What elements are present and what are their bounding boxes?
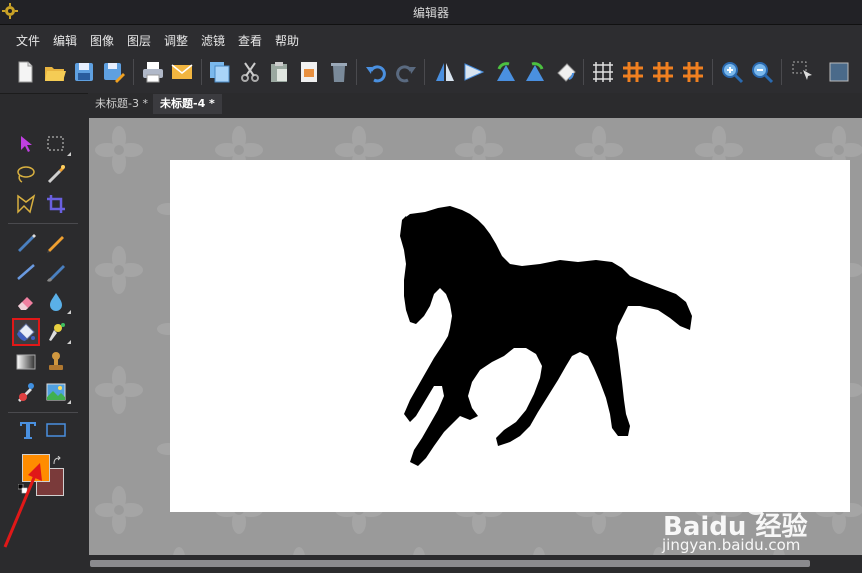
- tab-doc-3[interactable]: 未标题-3 *: [88, 94, 155, 114]
- rotate-icon[interactable]: [553, 59, 579, 85]
- menu-bar: 文件 编辑 图像 图层 调整 滤镜 查看 帮助: [0, 25, 862, 51]
- cut-icon[interactable]: [237, 59, 263, 85]
- document-canvas[interactable]: [170, 160, 850, 512]
- flip-vertical-icon[interactable]: [461, 59, 487, 85]
- menu-image[interactable]: 图像: [90, 32, 114, 49]
- polygon-select-tool[interactable]: [14, 192, 38, 216]
- menu-edit[interactable]: 编辑: [53, 32, 77, 49]
- undo-icon[interactable]: [363, 59, 389, 85]
- window-title: 编辑器: [412, 6, 449, 20]
- menu-filter[interactable]: 滤镜: [201, 32, 225, 49]
- toolbar-separator: [712, 59, 713, 85]
- line-tool[interactable]: [14, 260, 38, 284]
- zoom-in-icon[interactable]: [719, 59, 745, 85]
- eraser-tool[interactable]: [14, 290, 38, 314]
- title-bar: 编辑器: [0, 0, 862, 25]
- redo-icon[interactable]: [393, 59, 419, 85]
- rect-select-tool[interactable]: [44, 132, 68, 156]
- panel-separator: [8, 223, 78, 224]
- flyout-indicator: [67, 310, 71, 314]
- blur-drop-tool[interactable]: [44, 290, 68, 314]
- email-icon[interactable]: [169, 59, 195, 85]
- paste-icon[interactable]: [266, 59, 292, 85]
- toolbar-separator: [583, 59, 584, 85]
- recolor-tool[interactable]: [14, 380, 38, 404]
- clone-stamp-tool[interactable]: [44, 350, 68, 374]
- zoom-out-icon[interactable]: [749, 59, 775, 85]
- rotate-left-icon[interactable]: [493, 59, 519, 85]
- toolbar-separator: [201, 59, 202, 85]
- save-icon[interactable]: [71, 59, 97, 85]
- delete-icon[interactable]: [326, 59, 352, 85]
- magic-wand-tool[interactable]: [44, 162, 68, 186]
- hash-grid-3-icon[interactable]: [680, 59, 706, 85]
- select-area-icon[interactable]: [790, 59, 816, 85]
- open-icon[interactable]: [42, 59, 68, 85]
- rectangle-shape-tool[interactable]: [44, 418, 68, 442]
- menu-adjust[interactable]: 调整: [164, 32, 188, 49]
- pencil-tool[interactable]: [44, 230, 68, 254]
- panel-separator: [8, 412, 78, 413]
- rotate-right-icon[interactable]: [522, 59, 548, 85]
- tab-doc-4[interactable]: 未标题-4 *: [153, 94, 222, 114]
- grid-icon[interactable]: [590, 59, 616, 85]
- scrollbar-thumb[interactable]: [90, 560, 810, 567]
- gradient-tool[interactable]: [14, 350, 38, 374]
- document-tabs: 未标题-3 * 未标题-4 *: [88, 93, 862, 115]
- color-replace-tool[interactable]: [44, 320, 68, 344]
- paste-new-icon[interactable]: [296, 59, 322, 85]
- pen-tool[interactable]: [14, 230, 38, 254]
- flip-horizontal-icon[interactable]: [432, 59, 458, 85]
- hash-grid-icon[interactable]: [620, 59, 646, 85]
- new-icon[interactable]: [12, 59, 38, 85]
- toolbar-separator: [424, 59, 425, 85]
- toolbar-separator: [356, 59, 357, 85]
- horizontal-scrollbar[interactable]: [0, 556, 862, 573]
- flyout-indicator: [67, 340, 71, 344]
- watermark-url: jingyan.baidu.com: [662, 536, 801, 554]
- crop-frame-icon[interactable]: [826, 59, 852, 85]
- menu-help[interactable]: 帮助: [275, 32, 299, 49]
- brush-tool[interactable]: [44, 260, 68, 284]
- text-tool[interactable]: [16, 418, 40, 442]
- crop-tool[interactable]: [44, 192, 68, 216]
- copy-icon[interactable]: [207, 59, 233, 85]
- move-tool[interactable]: [14, 132, 38, 156]
- paint-bucket-tool[interactable]: [12, 318, 40, 346]
- flyout-indicator: [67, 152, 71, 156]
- flyout-indicator: [67, 400, 71, 404]
- main-toolbar: [0, 51, 862, 94]
- toolbar-separator: [133, 59, 134, 85]
- red-arrow-annotation: [3, 463, 42, 548]
- menu-view[interactable]: 查看: [238, 32, 262, 49]
- print-icon[interactable]: [140, 59, 166, 85]
- save-as-icon[interactable]: [101, 59, 127, 85]
- lasso-tool[interactable]: [14, 162, 38, 186]
- image-tool[interactable]: [44, 380, 68, 404]
- menu-file[interactable]: 文件: [16, 32, 40, 49]
- horse-silhouette: [400, 206, 692, 466]
- hash-grid-2-icon[interactable]: [650, 59, 676, 85]
- menu-layer[interactable]: 图层: [127, 32, 151, 49]
- toolbar-separator: [781, 59, 782, 85]
